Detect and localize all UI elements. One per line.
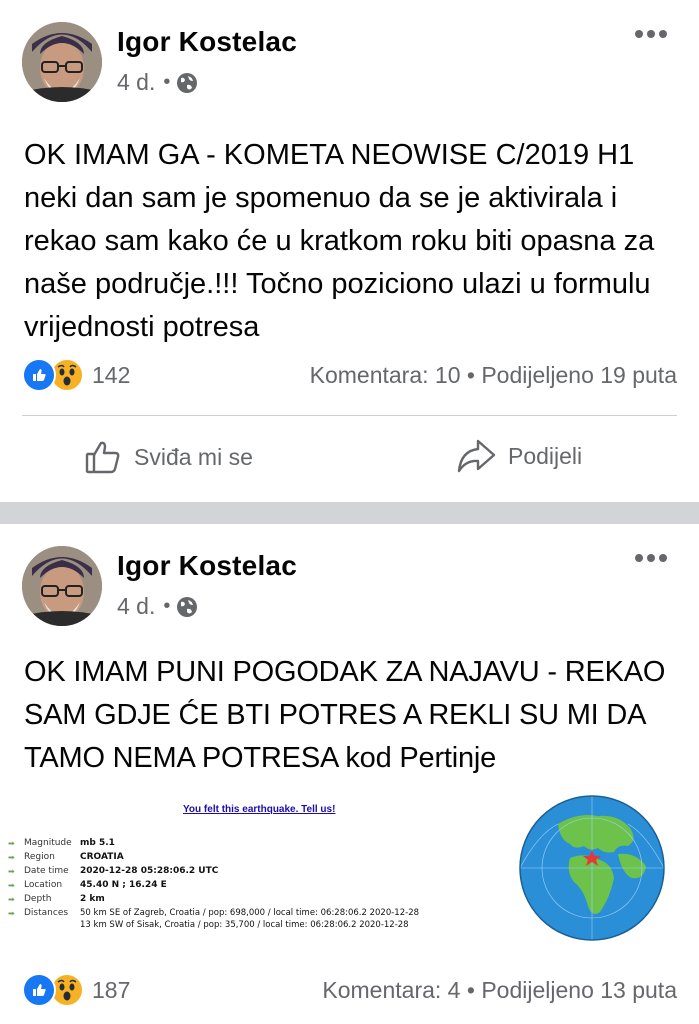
earthquake-image[interactable]: You felt this earthquake. Tell us! ➡ Magn…: [0, 794, 699, 964]
globe-map-icon: [519, 795, 665, 941]
globe-icon: [177, 596, 198, 617]
share-count[interactable]: Podijeljeno 13 puta: [481, 977, 677, 1003]
avatar[interactable]: [22, 22, 102, 102]
post-meta: 4 d. •: [117, 69, 198, 96]
reactions[interactable]: 142: [22, 358, 130, 392]
post-text: OK IMAM GA - KOMETA NEOWISE C/2019 H1 ne…: [24, 139, 655, 343]
quake-row-depth: ➡ Depth 2 km: [8, 894, 105, 904]
post-1: Igor Kostelac 4 d. • OK IMAM GA - KOMETA…: [0, 0, 699, 502]
share-count[interactable]: Podijeljeno 19 puta: [481, 362, 677, 388]
comments-shares[interactable]: Komentara: 4 • Podijeljeno 13 puta: [322, 977, 677, 1004]
more-options-icon[interactable]: [635, 554, 667, 562]
comments-shares[interactable]: Komentara: 10 • Podijeljeno 19 puta: [310, 362, 677, 389]
post-meta: 4 d. •: [117, 593, 198, 620]
like-button[interactable]: Sviđa mi se: [84, 438, 253, 476]
reaction-count: 187: [92, 976, 131, 1003]
stats-dot: •: [466, 361, 482, 388]
quake-row-distances: ➡ Distances 50 km SE of Zagreb, Croatia / …: [8, 908, 420, 918]
reaction-count: 142: [92, 361, 131, 388]
thumbs-up-icon: [85, 441, 120, 474]
share-button[interactable]: Podijeli: [456, 438, 582, 474]
post-separator: [0, 502, 699, 524]
quake-row-datetime: ➡ Date time 2020-12-28 05:28:06.2 UTC: [8, 866, 219, 876]
comment-count[interactable]: Komentara: 4: [322, 977, 460, 1003]
felt-earthquake-link[interactable]: You felt this earthquake. Tell us!: [183, 804, 335, 815]
quake-row-magnitude: ➡ Magnitude mb 5.1: [8, 838, 115, 848]
reactions[interactable]: 187: [22, 973, 130, 1007]
post-time[interactable]: 4 d.: [117, 593, 155, 620]
meta-dot: •: [163, 71, 171, 93]
like-label: Sviđa mi se: [134, 443, 253, 470]
post-text: OK IMAM PUNI POGODAK ZA NAJAVU - REKAO S…: [24, 656, 666, 774]
quake-row-location: ➡ Location 45.40 N ; 16.24 E: [8, 880, 167, 890]
like-reaction-icon: [22, 358, 56, 392]
author-name[interactable]: Igor Kostelac: [117, 550, 297, 582]
post-time[interactable]: 4 d.: [117, 69, 155, 96]
divider: [22, 415, 677, 416]
stats-dot: •: [466, 976, 482, 1003]
comment-count[interactable]: Komentara: 10: [310, 362, 461, 388]
avatar[interactable]: [22, 546, 102, 626]
globe-icon: [177, 72, 198, 93]
share-arrow-icon: [457, 439, 496, 473]
meta-dot: •: [163, 595, 171, 617]
post-stats: 187 Komentara: 4 • Podijeljeno 13 puta: [22, 973, 677, 1007]
quake-row-region: ➡ Region CROATIA: [8, 852, 124, 862]
like-reaction-icon: [22, 973, 56, 1007]
post-stats: 142 Komentara: 10 • Podijeljeno 19 puta: [22, 358, 677, 392]
share-label: Podijeli: [508, 442, 583, 469]
author-name[interactable]: Igor Kostelac: [117, 26, 297, 58]
quake-row-distances-2: 13 km SW of Sisak, Croatia / pop: 35,700…: [80, 920, 409, 930]
post-2: Igor Kostelac 4 d. • OK IMAM PUNI POGODA…: [0, 524, 699, 1024]
more-options-icon[interactable]: [635, 30, 667, 38]
